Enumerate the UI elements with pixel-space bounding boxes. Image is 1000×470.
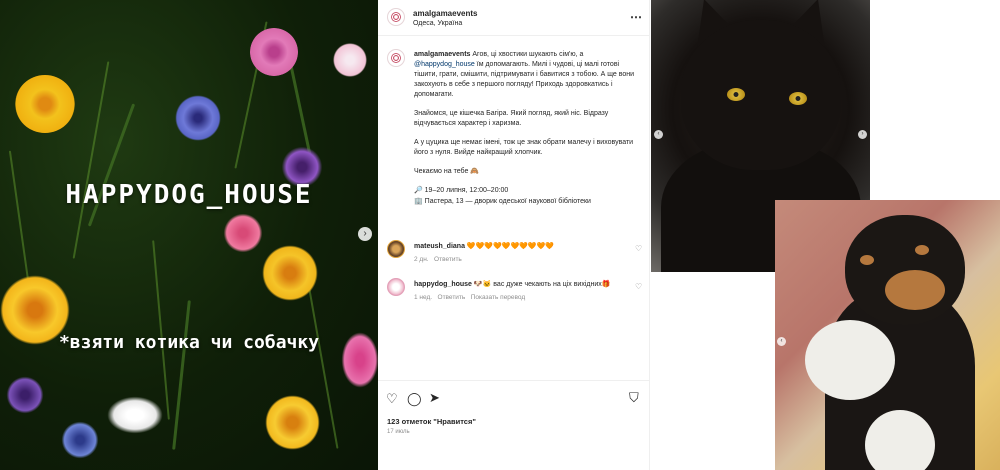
caption-date-line: 🔎 19–20 липня, 12:00–20:00: [414, 187, 509, 194]
grass-blade: [72, 61, 110, 259]
dog-photo: ‹: [775, 200, 1000, 470]
grass-blade: [152, 240, 170, 420]
show-translation-button[interactable]: Показать перевод: [471, 294, 525, 301]
blue-flower: [60, 420, 100, 460]
caption-address-line: 🏢 Пастера, 13 — дворик одеської наукової…: [414, 198, 591, 205]
share-icon[interactable]: ➤: [429, 390, 440, 406]
header-username[interactable]: amalgamaevents: [413, 9, 477, 18]
reply-button[interactable]: Ответить: [438, 294, 466, 301]
carousel-prev-button[interactable]: ‹: [654, 130, 663, 139]
comment-text: 🐶🐱 вас дуже чекають на ціх вихідних🎁: [473, 281, 611, 288]
cat-head: [681, 20, 841, 170]
white-flower: [105, 395, 165, 435]
carousel-next-button[interactable]: ›: [358, 227, 372, 241]
yellow-flower: [262, 245, 318, 301]
comment-text: 🧡🧡🧡🧡🧡🧡🧡🧡🧡🧡: [466, 243, 555, 250]
post-panel: amalgamaevents Одеса, Україна ⋯ amalgama…: [378, 0, 650, 470]
blue-flower: [175, 95, 221, 141]
cat-eye: [727, 88, 745, 101]
more-options-icon[interactable]: ⋯: [630, 10, 642, 24]
caption-paragraph: А у цуцика ще немає імені, тож це знак о…: [414, 139, 634, 156]
post-header: amalgamaevents Одеса, Україна ⋯: [378, 0, 650, 36]
comment-time: 2 дн.: [414, 256, 429, 263]
flower-stem: [172, 300, 191, 450]
caption-username[interactable]: amalgamaevents: [414, 51, 470, 58]
like-heart-icon[interactable]: ♡: [386, 391, 398, 407]
like-comment-heart-icon[interactable]: ♡: [635, 282, 642, 291]
purple-flower: [5, 375, 45, 415]
pink-flower: [222, 212, 264, 254]
comment-username[interactable]: happydog_house: [414, 281, 472, 288]
caption-paragraph: Знайомся, це кішечка Багіра. Який погляд…: [414, 110, 609, 127]
avatar[interactable]: [387, 278, 405, 296]
caption-text: Агов, ці хвостики шукають сім'ю, а: [472, 51, 584, 58]
caption-paragraph: Чекаємо на тебе 🙈: [414, 168, 480, 175]
post-image-poster: HAPPYDOG_HOUSE *взяти котика чи собачку …: [0, 0, 378, 470]
white-flower: [330, 40, 370, 80]
carousel-next-button[interactable]: ›: [858, 130, 867, 139]
carousel-prev-button[interactable]: ‹: [777, 337, 786, 346]
comment-time: 1 нед.: [414, 294, 433, 301]
comment-username[interactable]: mateush_diana: [414, 243, 465, 250]
post-caption: amalgamaevents Агов, ці хвостики шукають…: [414, 50, 642, 216]
poster-subtitle: *взяти котика чи собачку: [58, 332, 320, 353]
dog-tan-eyebrow: [915, 245, 929, 255]
mention-link[interactable]: @happydog_house: [414, 61, 475, 68]
likes-count[interactable]: 123 отметок "Нравится": [387, 417, 476, 426]
like-comment-heart-icon[interactable]: ♡: [635, 244, 642, 253]
poster-title: HAPPYDOG_HOUSE: [65, 180, 313, 210]
yellow-flower: [265, 395, 320, 450]
post-date: 17 июль: [387, 429, 410, 435]
dog-white-patch: [805, 320, 895, 400]
header-location[interactable]: Одеса, Україна: [413, 20, 462, 27]
dog-tan-eyebrow: [860, 255, 874, 265]
pink-flower: [250, 28, 298, 76]
comment-icon[interactable]: ◯: [407, 391, 422, 407]
caption-avatar[interactable]: [387, 49, 405, 67]
dog-tan-muzzle: [885, 270, 945, 310]
reply-button[interactable]: Ответить: [434, 256, 462, 263]
bookmark-icon[interactable]: ⛉: [629, 390, 639, 406]
avatar[interactable]: [387, 240, 405, 258]
cat-eye: [789, 92, 807, 105]
avatar[interactable]: [387, 8, 405, 26]
yellow-flower: [15, 75, 75, 133]
post-actions: ♡ ◯ ➤ ⛉ 123 отметок "Нравится" 17 июль: [378, 380, 650, 470]
